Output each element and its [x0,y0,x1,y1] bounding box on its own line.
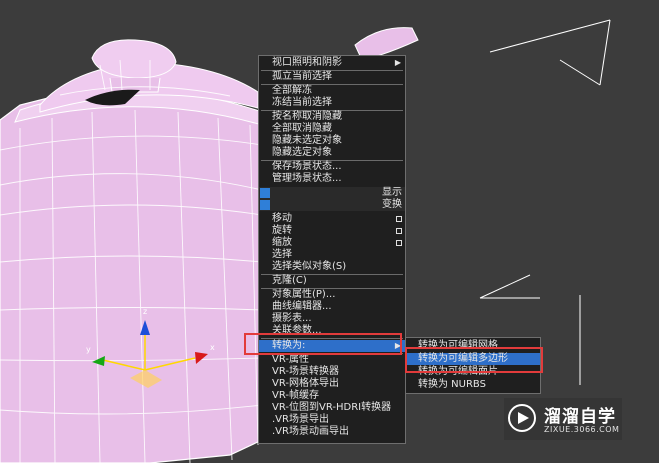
settings-box-icon[interactable] [396,240,402,246]
menu-item-vr-scene-export[interactable]: .VR场景导出 [259,414,405,426]
watermark: 溜溜自学 ZIXUE.3066.COM [504,398,622,440]
menu-item-hide-unselected[interactable]: 隐藏未选定对象 [259,135,405,147]
annotation-box-editable-poly [405,347,543,373]
menu-item-curve-editor[interactable]: 曲线编辑器... [259,301,405,313]
watermark-url: ZIXUE.3066.COM [544,425,620,434]
watermark-title: 溜溜自学 [544,407,616,427]
menu-item-clone[interactable]: 克隆(C) [259,275,405,287]
quad-marker [260,200,270,210]
play-logo-icon [508,404,536,432]
menu-item-viewport-lighting[interactable]: 视口照明和阴影 ▶ [259,57,405,69]
svg-text:z: z [143,307,147,316]
svg-text:y: y [86,345,91,354]
light-gizmo [479,19,611,385]
3d-viewport[interactable]: z y x 视口照明和阴影 ▶ 孤立当前选择 全部解冻 冻结当前选择 按名称取消隐… [0,0,659,463]
teapot-body [0,91,263,463]
quad-menu: 视口照明和阴影 ▶ 孤立当前选择 全部解冻 冻结当前选择 按名称取消隐藏 全部取消… [258,55,406,444]
menu-item-vr-scene-converter[interactable]: VR-场景转换器 [259,366,405,378]
menu-item-unfreeze-all[interactable]: 全部解冻 [259,85,405,97]
menu-item-convert-nurbs[interactable]: 转换为 NURBS [406,379,540,391]
menu-item-scale[interactable]: 缩放 [259,237,405,249]
menu-item-hide-selection[interactable]: 隐藏选定对象 [259,147,405,159]
menu-item-isolate-selection[interactable]: 孤立当前选择 [259,71,405,83]
menu-item-unhide-all[interactable]: 全部取消隐藏 [259,123,405,135]
menu-item-dope-sheet[interactable]: 摄影表... [259,313,405,325]
svg-text:x: x [210,343,215,352]
menu-item-vr-bitmap-to-hdri[interactable]: VR-位图到VR-HDRI转换器 [259,402,405,414]
menu-item-select[interactable]: 选择 [259,249,405,261]
submenu-arrow-icon: ▶ [394,58,401,67]
menu-item-vr-properties[interactable]: VR-属性 [259,354,405,366]
annotation-box-convert-to [244,333,402,355]
menu-item-save-scene-state[interactable]: 保存场景状态... [259,161,405,173]
quad-marker [260,188,270,198]
menu-item-vr-frame-buffer[interactable]: VR-帧缓存 [259,390,405,402]
menu-item-object-properties[interactable]: 对象属性(P)... [259,289,405,301]
menu-item-move[interactable]: 移动 [259,213,405,225]
menu-item-rotate[interactable]: 旋转 [259,225,405,237]
menu-item-unhide-by-name[interactable]: 按名称取消隐藏 [259,111,405,123]
quad-label-transform[interactable]: 变换 [259,199,405,211]
menu-item-freeze-selection[interactable]: 冻结当前选择 [259,97,405,109]
menu-item-vr-scene-animation-export[interactable]: .VR场景动画导出 [259,426,405,438]
menu-item-vr-mesh-export[interactable]: VR-网格体导出 [259,378,405,390]
settings-box-icon[interactable] [396,228,402,234]
menu-item-manage-scene-states[interactable]: 管理场景状态... [259,173,405,185]
menu-item-select-similar[interactable]: 选择类似对象(S) [259,261,405,273]
settings-box-icon[interactable] [396,216,402,222]
quad-label-display[interactable]: 显示 [259,187,405,199]
